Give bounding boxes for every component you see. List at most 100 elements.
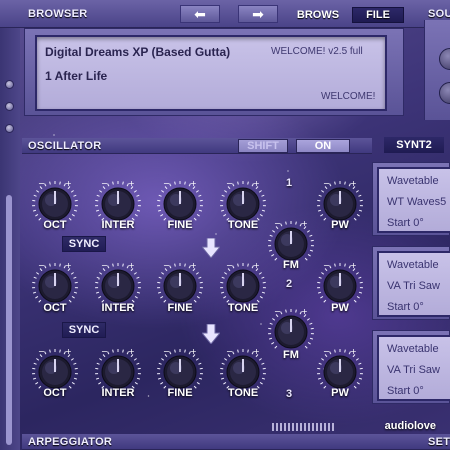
svg-text:+: + [301,220,308,228]
wavetable-type: Wavetable [387,259,439,271]
svg-text:+: + [128,262,135,270]
knob-label: OCT [43,219,67,231]
knob-label: TONE [227,387,259,399]
knob-label: OCT [43,302,67,314]
source-panel [424,20,450,120]
wavetable-display[interactable]: Wavetable VA Tri Saw Start 0° [377,251,450,317]
wavetable-type: Wavetable [387,175,439,187]
arrow-left-icon: ⬅ [194,5,206,22]
svg-text:−: − [163,348,170,356]
svg-text:+: + [190,180,197,188]
oscillator-area: − + OCT − + INTER − + FINE − + TONE 1 − + PW … [22,156,372,412]
oscillator-number: 3 [286,388,293,400]
svg-text:+: + [301,308,308,316]
settings-title[interactable]: SET [428,436,450,448]
knob-label: FINE [167,219,193,231]
svg-text:+: + [253,262,260,270]
version-text: WELCOME! v2.5 full [271,46,363,57]
preset-subtitle: 1 After Life [45,69,108,83]
oscillator-number: 2 [286,278,293,290]
knob-label: PW [331,387,349,399]
knob-label: PW [331,302,349,314]
knob-label: TONE [227,302,259,314]
wavetable-start: Start 0° [387,301,424,313]
knob-label: OCT [43,387,67,399]
knob-label: INTER [101,387,135,399]
source-title: SOU [428,8,450,20]
welcome-text: WELCOME! [321,91,376,102]
svg-text:+: + [350,348,357,356]
wavetable-start: Start 0° [387,385,424,397]
svg-text:−: − [226,180,233,188]
svg-text:+: + [350,262,357,270]
screw-icon [5,102,14,111]
wavetable-name: VA Tri Saw [387,364,440,376]
svg-text:+: + [350,180,357,188]
watermark-logo: audiolove [384,420,436,432]
screw-icon [5,80,14,89]
svg-text:−: − [163,262,170,270]
source-knob[interactable] [439,82,450,104]
knob-label: INTER [101,302,135,314]
sync-button-2[interactable]: SYNC [62,236,106,252]
svg-text:−: − [101,180,108,188]
tab-browse[interactable]: BROWS [292,7,344,23]
svg-text:−: − [274,308,281,316]
svg-text:−: − [323,348,330,356]
next-preset-button[interactable]: ➡ [238,5,278,23]
vertical-scrollbar[interactable] [6,195,12,445]
svg-text:−: − [226,262,233,270]
wavetable-display[interactable]: Wavetable VA Tri Saw Start 0° [377,335,450,401]
wavetable-display[interactable]: Wavetable WT Waves5 Start 0° [377,167,450,233]
fm-knob-3[interactable]: − + [268,308,314,354]
svg-text:−: − [38,180,45,188]
wavetable-name: WT Waves5 [387,196,447,208]
knob-label: FINE [167,387,193,399]
shift-toggle[interactable]: SHIFT [238,139,288,153]
wavetable-panel-3: Wavetable VA Tri Saw Start 0° [372,330,450,404]
preset-name: Digital Dreams XP (Based Gutta) [45,45,231,59]
knob-label: INTER [101,219,135,231]
wavetable-name: VA Tri Saw [387,280,440,292]
oscillator-number: 1 [286,177,293,189]
arrow-down-icon [202,324,220,344]
wavetable-panel-1: Wavetable WT Waves5 Start 0° [372,162,450,236]
knob-graphic: − + [268,308,314,349]
source-knob[interactable] [439,48,450,70]
tab-synt2[interactable]: SYNT2 [384,137,444,153]
knob-label: FINE [167,302,193,314]
wavetable-type: Wavetable [387,343,439,355]
oscillator-title: OSCILLATOR [28,140,102,152]
preset-display[interactable]: Digital Dreams XP (Based Gutta) 1 After … [35,35,387,111]
svg-text:−: − [226,348,233,356]
wavetable-start: Start 0° [387,217,424,229]
svg-text:−: − [274,220,281,228]
previous-preset-button[interactable]: ⬅ [180,5,220,23]
svg-text:+: + [253,180,260,188]
svg-text:+: + [253,348,260,356]
svg-text:−: − [323,262,330,270]
tab-file[interactable]: FILE [352,7,404,23]
on-toggle[interactable]: ON [296,139,350,153]
svg-text:+: + [190,262,197,270]
svg-text:+: + [128,348,135,356]
svg-text:−: − [323,180,330,188]
svg-text:+: + [65,262,72,270]
screw-icon [5,124,14,133]
side-rail [0,20,20,450]
knob-label: FM [283,259,299,271]
knob-label: PW [331,219,349,231]
svg-text:−: − [101,348,108,356]
svg-text:−: − [101,262,108,270]
browser-title: BROWSER [28,8,88,20]
sync-button-3[interactable]: SYNC [62,322,106,338]
svg-text:−: − [163,180,170,188]
svg-text:+: + [65,348,72,356]
knob-label: FM [283,349,299,361]
knob-label: TONE [227,219,259,231]
svg-text:+: + [128,180,135,188]
svg-text:+: + [65,180,72,188]
browser-panel: Digital Dreams XP (Based Gutta) 1 After … [24,28,404,116]
svg-text:−: − [38,262,45,270]
arrow-down-icon [202,238,220,258]
